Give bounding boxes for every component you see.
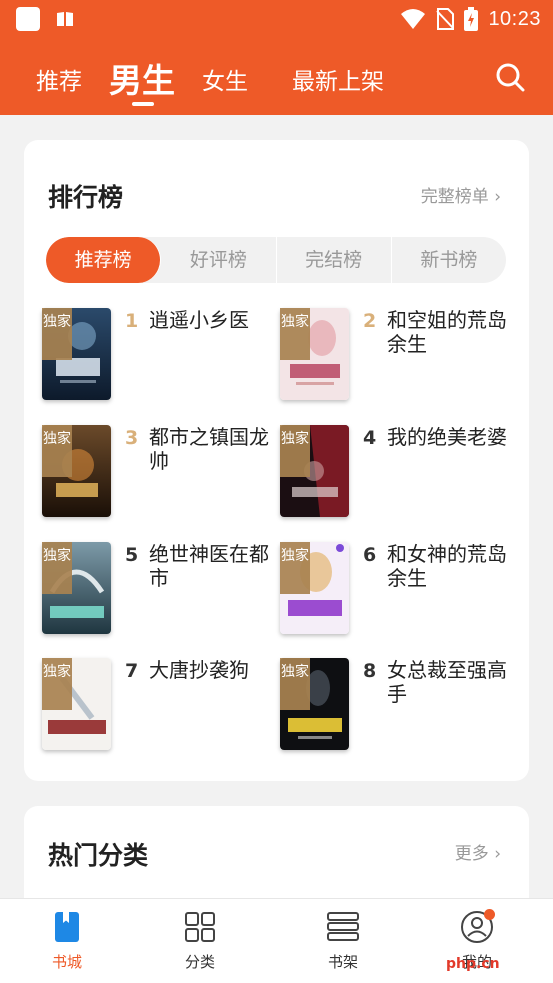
categories-title: 热门分类 [48, 841, 149, 870]
status-time: 10:23 [488, 7, 541, 30]
app-notification-icon [16, 7, 40, 31]
exclusive-badge: 独家 [280, 425, 310, 477]
categories-more-link[interactable]: 更多 › [455, 839, 501, 864]
segment-top-rated[interactable]: 好评榜 [161, 237, 277, 283]
no-sim-icon [436, 8, 455, 30]
book-rank: 1 [125, 310, 139, 332]
book-item[interactable]: 独家 3 都市之镇国龙帅 [42, 425, 272, 520]
status-right: 10:23 [400, 6, 541, 32]
ranking-title: 排行榜 [48, 183, 124, 212]
book-title: 绝世神医在都市 [149, 542, 269, 590]
book-rank: 7 [125, 660, 139, 682]
book-notification-icon [57, 12, 73, 26]
wifi-icon [401, 9, 426, 29]
book-item[interactable]: 独家 5 绝世神医在都市 [42, 542, 272, 637]
search-icon[interactable] [495, 62, 525, 92]
book-rank: 4 [363, 427, 377, 449]
book-rank: 3 [125, 427, 139, 449]
exclusive-badge: 独家 [42, 542, 72, 594]
book-title: 和女神的荒岛余生 [387, 542, 507, 590]
book-item[interactable]: 独家 2 和空姐的荒岛余生 [280, 308, 510, 403]
top-bar: 10:23 推荐 男生 女生 最新上架 [0, 0, 553, 115]
nav-category[interactable]: 分类 [155, 909, 245, 972]
exclusive-badge: 独家 [42, 308, 72, 360]
notification-dot [484, 909, 495, 920]
book-item[interactable]: 独家 4 我的绝美老婆 [280, 425, 510, 520]
book-item[interactable]: 独家 8 女总裁至强高手 [280, 658, 510, 753]
nav-label: 书城 [51, 953, 82, 971]
book-item[interactable]: 独家 1 逍遥小乡医 [42, 308, 272, 403]
battery-icon [464, 7, 479, 31]
grid-icon [185, 912, 215, 942]
exclusive-badge: 独家 [42, 425, 72, 477]
book-item[interactable]: 独家 7 大唐抄袭狗 [42, 658, 272, 753]
status-bar: 10:23 [0, 0, 553, 38]
book-title: 和空姐的荒岛余生 [387, 308, 507, 356]
tab-new-arrivals[interactable]: 最新上架 [292, 62, 384, 96]
book-title: 都市之镇国龙帅 [149, 425, 269, 473]
full-ranking-link[interactable]: 完整榜单 › [421, 182, 501, 207]
exclusive-badge: 独家 [280, 658, 310, 710]
nav-label: 书架 [327, 953, 358, 971]
nav-bookstore[interactable]: 书城 [22, 909, 112, 972]
segment-new-books[interactable]: 新书榜 [392, 237, 506, 283]
tab-recommend[interactable]: 推荐 [36, 62, 82, 96]
watermark: php.cn [446, 956, 500, 972]
header-tabs: 推荐 男生 女生 最新上架 [0, 50, 553, 110]
book-rank: 6 [363, 544, 377, 566]
ranking-segment-control: 推荐榜 好评榜 完结榜 新书榜 [46, 237, 506, 283]
exclusive-badge: 独家 [280, 542, 310, 594]
book-rank: 5 [125, 544, 139, 566]
book-rank: 2 [363, 310, 377, 332]
book-title: 大唐抄袭狗 [149, 658, 249, 682]
nav-label: 分类 [184, 953, 215, 971]
book-item[interactable]: 独家 6 和女神的荒岛余生 [280, 542, 510, 637]
book-title: 逍遥小乡医 [149, 308, 249, 332]
book-title: 我的绝美老婆 [387, 425, 507, 449]
exclusive-badge: 独家 [42, 658, 72, 710]
book-title: 女总裁至强高手 [387, 658, 507, 706]
ranking-card: 排行榜 完整榜单 › 推荐榜 好评榜 完结榜 新书榜 独家 1 逍遥小乡医 独家… [24, 140, 529, 781]
segment-recommended[interactable]: 推荐榜 [46, 237, 162, 283]
shelf-icon [327, 912, 359, 941]
exclusive-badge: 独家 [280, 308, 310, 360]
book-rank: 8 [363, 660, 377, 682]
book-icon [55, 912, 79, 942]
tab-male[interactable]: 男生 [109, 54, 175, 102]
active-tab-indicator [132, 102, 154, 106]
segment-completed[interactable]: 完结榜 [277, 237, 392, 283]
nav-bookshelf[interactable]: 书架 [298, 909, 388, 972]
tab-female[interactable]: 女生 [202, 62, 248, 96]
